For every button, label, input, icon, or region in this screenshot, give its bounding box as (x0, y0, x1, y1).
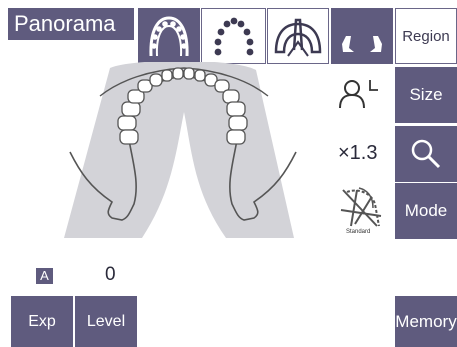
region-button[interactable]: Region (395, 8, 457, 64)
dentition-icon (214, 17, 253, 56)
tmj-icon (274, 18, 322, 57)
page-title: Panorama (8, 8, 134, 40)
full-arch-icon (149, 16, 189, 57)
magnification-readout: ×1.3 (338, 142, 378, 164)
mode-button[interactable]: Mode (395, 183, 457, 239)
sinus-icon (342, 36, 382, 52)
mandible-diagram (64, 62, 297, 238)
level-button[interactable]: Level (75, 296, 137, 347)
full-arch-button[interactable] (138, 8, 200, 64)
dentition-button[interactable] (201, 8, 266, 64)
magnifier-icon (411, 139, 441, 169)
mode-badge: A (36, 268, 53, 284)
level-value: 0 (105, 264, 116, 285)
program-mode-icon (337, 186, 387, 235)
patient-size-icon (336, 78, 386, 117)
zoom-button[interactable] (395, 126, 457, 182)
sinus-button[interactable] (331, 8, 393, 64)
exp-button[interactable]: Exp (11, 296, 73, 347)
memory-button[interactable]: Memory (395, 296, 457, 347)
program-label: Standard (346, 229, 371, 235)
size-button[interactable]: Size (395, 67, 457, 123)
tmj-button[interactable] (267, 8, 329, 64)
